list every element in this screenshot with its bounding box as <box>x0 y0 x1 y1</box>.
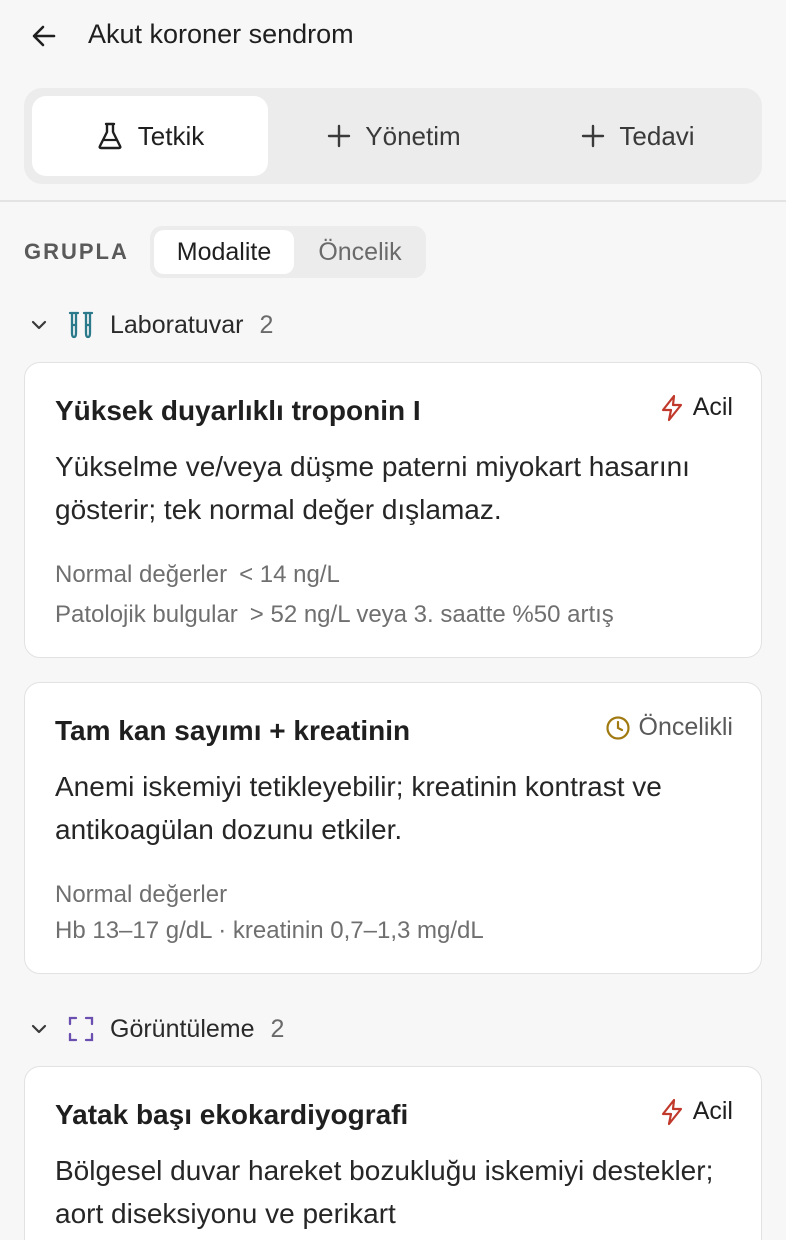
normal-value: < 14 ng/L <box>239 561 340 588</box>
card-description: Anemi iskemiyi tetikleyebilir; kreatinin… <box>55 771 662 845</box>
test-tubes-icon <box>66 310 96 340</box>
badge-label: Acil <box>692 1097 733 1125</box>
page-title: Akut koroner sendrom <box>88 19 354 49</box>
plus-icon <box>328 124 351 148</box>
arrow-left-icon <box>32 25 56 47</box>
test-card[interactable]: Yatak başı ekokardiyografi Acil Bölgesel… <box>24 1066 762 1240</box>
section-name: Görüntüleme <box>110 1014 255 1043</box>
tab-label: Tedavi <box>619 120 695 151</box>
lightning-icon <box>661 394 682 421</box>
card-description: Yükselme ve/veya düşme paterni miyokart … <box>55 451 690 525</box>
patho-label: Patolojik bulgular <box>55 601 238 628</box>
normal-value: Hb 13–17 g/dL · kreatinin 0,7–1,3 mg/dL <box>55 917 484 944</box>
priority-badge: Acil <box>659 1097 733 1126</box>
normal-label: Normal değerler <box>55 561 228 588</box>
group-option-modalite[interactable]: Modalite <box>154 230 294 274</box>
tab-yonetim[interactable]: Yönetim <box>274 96 514 176</box>
lightning-icon <box>661 1098 682 1125</box>
group-label: GRUPLA <box>24 239 129 264</box>
plus-icon <box>582 124 605 148</box>
card-description: Bölgesel duvar hareket bozukluğu iskemiy… <box>55 1155 714 1229</box>
normal-label: Normal değerler <box>55 881 228 908</box>
patho-value: > 52 ng/L veya 3. saatte %50 artış <box>249 601 614 628</box>
badge-label: Öncelikli <box>638 713 733 741</box>
chevron-down-icon <box>24 1014 54 1044</box>
chevron-down-icon <box>24 310 54 340</box>
card-title: Tam kan sayımı + kreatinin <box>55 715 411 746</box>
tab-label: Tetkik <box>137 120 205 151</box>
divider <box>0 200 786 202</box>
app-header: Akut koroner sendrom <box>0 0 786 74</box>
badge-label: Acil <box>692 393 733 421</box>
card-title: Yüksek duyarlıklı troponin I <box>55 395 421 426</box>
tab-tetkik[interactable]: Tetkik <box>32 96 268 176</box>
section-header-laboratuvar[interactable]: Laboratuvar 2 <box>24 305 273 345</box>
test-card[interactable]: Yüksek duyarlıklı troponin I Acil Yüksel… <box>24 362 762 658</box>
back-button[interactable] <box>26 18 62 54</box>
section-header-goruntuleme[interactable]: Görüntüleme 2 <box>24 1009 284 1049</box>
flask-icon <box>98 122 122 150</box>
priority-badge: Acil <box>659 393 733 422</box>
card-title: Yatak başı ekokardiyografi <box>55 1099 409 1130</box>
scan-frame-icon <box>66 1014 96 1044</box>
priority-badge: Öncelikli <box>605 713 733 742</box>
pathologic-findings: Patolojik bulgular > 52 ng/L veya 3. saat… <box>55 601 614 629</box>
tab-label: Yönetim <box>365 120 461 151</box>
group-option-oncelik[interactable]: Öncelik <box>298 230 422 274</box>
section-count: 2 <box>259 310 274 339</box>
group-segmented-control: Modalite Öncelik <box>150 226 426 278</box>
section-count: 2 <box>270 1014 285 1043</box>
clock-icon <box>605 715 630 740</box>
test-card[interactable]: Tam kan sayımı + kreatinin Öncelikli Ane… <box>24 682 762 974</box>
section-name: Laboratuvar <box>110 310 244 339</box>
normal-values: Normal değerler < 14 ng/L <box>55 561 340 589</box>
tab-tedavi[interactable]: Tedavi <box>518 96 758 176</box>
tab-bar: Tetkik Yönetim Tedavi <box>24 88 762 184</box>
